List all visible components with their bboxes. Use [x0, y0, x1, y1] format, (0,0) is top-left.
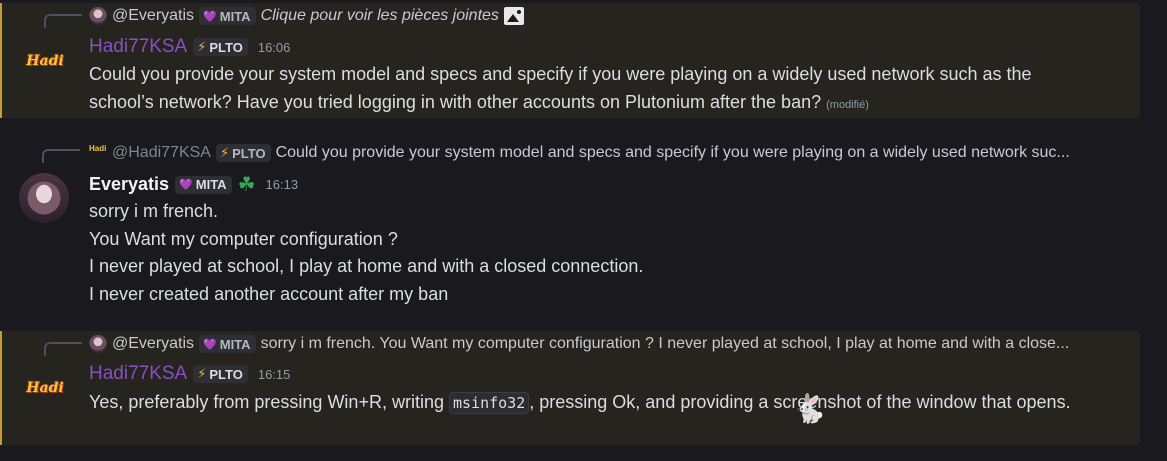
- lightning-icon: ⚡: [219, 145, 230, 160]
- edited-label: (modifié): [826, 98, 869, 111]
- message-header: Hadi77KSA ⚡ PLTO 16:06: [89, 36, 290, 58]
- avatar[interactable]: Hadi: [20, 363, 70, 413]
- reply-preview[interactable]: Hadi @Hadi77KSA ⚡ PLTO Could you provide …: [89, 144, 1070, 162]
- clover-icon[interactable]: ☘: [238, 175, 256, 195]
- role-tag: ⚡ PLTO: [193, 38, 248, 56]
- timestamp[interactable]: 16:13: [266, 177, 299, 192]
- reply-avatar: [89, 7, 107, 25]
- reply-connector: [44, 342, 82, 356]
- reply-author[interactable]: @Everyatis: [112, 7, 194, 25]
- role-tag: 💜 MITA: [199, 7, 256, 25]
- reply-author[interactable]: @Hadi77KSA: [112, 144, 211, 162]
- heart-icon: 💜: [179, 179, 193, 191]
- message-line: sorry i m french.: [89, 201, 219, 221]
- role-tag: ⚡ PLTO: [193, 365, 248, 383]
- message-2[interactable]: Hadi @Hadi77KSA ⚡ PLTO Could you provide …: [0, 138, 1138, 318]
- role-tag-label: MITA: [219, 8, 251, 24]
- timestamp[interactable]: 16:06: [258, 40, 291, 55]
- role-tag-label: PLTO: [209, 366, 243, 382]
- message-line: You Want my computer configuration ?: [89, 228, 398, 249]
- message-text: Yes, preferably from pressing Win+R, wri…: [89, 392, 444, 412]
- role-tag: 💜 MITA: [175, 175, 232, 194]
- avatar[interactable]: Hadi: [20, 36, 70, 86]
- lightning-icon: ⚡: [197, 366, 207, 381]
- reply-text[interactable]: sorry i m french. You Want my computer c…: [261, 335, 1070, 353]
- reply-text[interactable]: Could you provide your system model and …: [276, 144, 1070, 162]
- username[interactable]: Everyatis: [89, 174, 169, 195]
- heart-icon: 💜: [203, 338, 217, 351]
- mini-avatar-logo-text: Hadi: [89, 144, 107, 153]
- username[interactable]: Hadi77KSA: [89, 36, 187, 58]
- username[interactable]: Hadi77KSA: [89, 363, 187, 385]
- message-content: sorry i m french. You Want my computer c…: [89, 198, 1089, 308]
- reply-preview[interactable]: @Everyatis 💜 MITA sorry i m french. You W…: [89, 335, 1069, 353]
- reply-connector: [42, 149, 80, 163]
- reply-text[interactable]: Clique pour voir les pièces jointes: [261, 7, 499, 25]
- message-1[interactable]: @Everyatis 💜 MITA Clique pour voir les pi…: [0, 3, 1140, 118]
- message-header: Everyatis 💜 MITA ☘ 16:13: [89, 174, 298, 195]
- role-tag-label: PLTO: [232, 145, 266, 161]
- role-tag-label: MITA: [219, 336, 251, 352]
- lightning-icon: ⚡: [197, 39, 207, 54]
- role-tag-label: MITA: [195, 177, 227, 192]
- message-content: Could you provide your system model and …: [89, 61, 1099, 119]
- chat-scroller[interactable]: @Everyatis 💜 MITA Clique pour voir les pi…: [0, 0, 1167, 461]
- message-line: I never created another account after my…: [89, 283, 449, 304]
- reply-author[interactable]: @Everyatis: [112, 335, 194, 353]
- reply-avatar: Hadi: [89, 144, 107, 162]
- rabbit-cursor-icon: 🐇: [792, 393, 827, 424]
- role-tag: ⚡ PLTO: [215, 144, 271, 162]
- reply-connector: [44, 14, 82, 28]
- message-header: Hadi77KSA ⚡ PLTO 16:15: [89, 363, 290, 385]
- reply-avatar: [89, 335, 107, 353]
- role-tag: 💜 MITA: [199, 335, 256, 353]
- message-3[interactable]: @Everyatis 💜 MITA sorry i m french. You W…: [0, 331, 1140, 445]
- timestamp[interactable]: 16:15: [258, 367, 291, 382]
- avatar[interactable]: [19, 173, 69, 223]
- role-tag-label: PLTO: [209, 39, 243, 55]
- heart-icon: 💜: [203, 10, 217, 23]
- message-content: Yes, preferably from pressing Win+R, wri…: [89, 389, 1089, 418]
- avatar-logo-text: Hadi: [26, 53, 64, 69]
- reply-preview[interactable]: @Everyatis 💜 MITA Clique pour voir les pi…: [89, 7, 524, 25]
- message-line: I never played at school, I play at home…: [89, 256, 644, 276]
- avatar-logo-text: Hadi: [26, 380, 64, 396]
- inline-code: msinfo32: [449, 392, 530, 414]
- image-icon: [503, 7, 524, 25]
- message-text: Could you provide your system model and …: [89, 64, 1032, 112]
